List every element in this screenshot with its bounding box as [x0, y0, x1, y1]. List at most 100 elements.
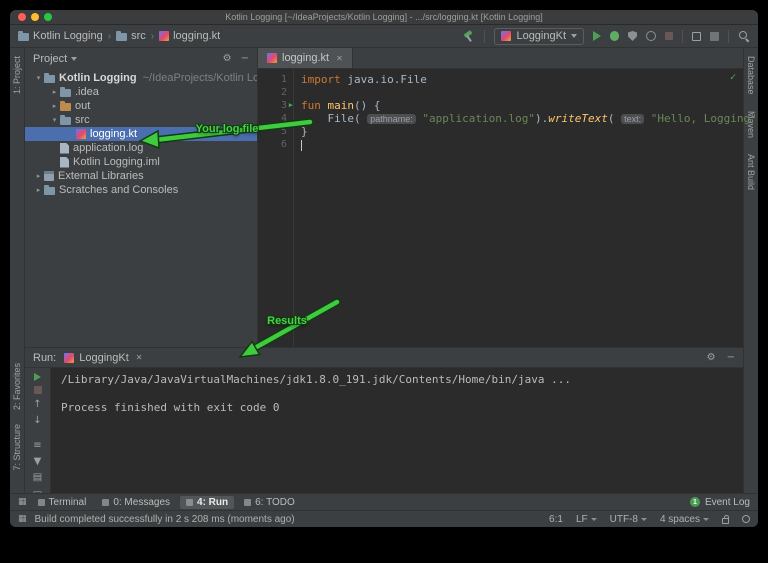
tree-toggle-arrow[interactable]: ▸: [33, 186, 44, 194]
tree-item[interactable]: ▾Kotlin Logging ~/IdeaProjects/Kotlin Lo…: [25, 71, 257, 85]
toolwindow-quick-access-icon[interactable]: ▦: [18, 515, 27, 524]
toolwindow-switcher-icon[interactable]: ▦: [18, 498, 27, 507]
toolwindow-tab-terminal[interactable]: Terminal: [32, 496, 93, 509]
stop-process-button[interactable]: [31, 386, 44, 394]
toolwindow-button-database[interactable]: Database: [746, 56, 756, 95]
down-stack-trace-icon[interactable]: ↓: [31, 415, 44, 426]
toolbar-separator: [682, 30, 683, 43]
readonly-lock-icon[interactable]: [722, 518, 729, 524]
chevron-down-icon: [703, 518, 709, 521]
editor-tab-label: logging.kt: [282, 52, 329, 64]
code-text: import java.io.File: [301, 73, 427, 86]
settings-gear-icon[interactable]: ⚙: [707, 353, 716, 363]
inspection-ok-icon: ✓: [730, 72, 736, 83]
code-line[interactable]: 6: [258, 138, 743, 151]
tree-toggle-arrow[interactable]: ▸: [33, 172, 44, 180]
restore-layout-icon[interactable]: [692, 32, 701, 41]
tree-item-label: .idea: [75, 86, 99, 98]
hide-panel-icon[interactable]: −: [241, 54, 249, 64]
close-tab-icon[interactable]: ✕: [136, 353, 143, 362]
code-editor[interactable]: ✓ 1import java.io.File23▶fun main() {4 F…: [258, 69, 743, 347]
tree-item-label: logging.kt: [90, 128, 137, 140]
event-log-button[interactable]: 1 Event Log: [690, 497, 750, 508]
breadcrumb-item[interactable]: src: [116, 30, 146, 42]
toolwindow-button-project[interactable]: 1: Project: [12, 56, 22, 94]
code-text: [301, 138, 302, 151]
left-tool-stripe: 1: Project 2: Favorites 7: Structure: [10, 48, 25, 493]
line-number: 4: [258, 112, 287, 125]
tree-item[interactable]: application.log: [25, 141, 257, 155]
toolwindow-tab-todo[interactable]: 6: TODO: [238, 496, 301, 509]
tree-item[interactable]: ▸External Libraries: [25, 169, 257, 183]
run-panel-toolbar: ↑ ↓ ≡ ▼ ▤ ▭: [25, 368, 51, 493]
folder-out-icon: [60, 103, 71, 111]
toolwindow-tab-run[interactable]: 4: Run: [180, 496, 234, 509]
stop-button[interactable]: [665, 32, 673, 40]
code-line[interactable]: 1import java.io.File: [258, 73, 743, 86]
code-line[interactable]: 4 File( pathname: "application.log").wri…: [258, 112, 743, 125]
toolwindow-tab-messages[interactable]: 0: Messages: [96, 496, 176, 509]
settings-gear-icon[interactable]: ⚙: [223, 54, 232, 64]
run-console-tab[interactable]: LoggingKt ✕: [64, 352, 142, 364]
kotlin-icon: [64, 353, 74, 363]
profiler-button[interactable]: [646, 31, 656, 41]
project-tree: ▾Kotlin Logging ~/IdeaProjects/Kotlin Lo…: [25, 69, 257, 347]
indent-widget[interactable]: 4 spaces: [660, 514, 709, 525]
tree-item[interactable]: logging.kt: [25, 127, 257, 141]
minimize-window-button[interactable]: [31, 13, 39, 21]
breadcrumb-item[interactable]: Kotlin Logging: [18, 30, 103, 42]
toolwindow-button-favorites[interactable]: 2: Favorites: [12, 363, 22, 410]
status-bar: ▦ Build completed successfully in 2 s 20…: [10, 510, 758, 527]
kotlin-icon: [501, 31, 511, 41]
run-console-output[interactable]: /Library/Java/JavaVirtualMachines/jdk1.8…: [51, 368, 743, 493]
folder-icon: [60, 117, 71, 125]
code-line[interactable]: 3▶fun main() {: [258, 99, 743, 112]
rerun-button[interactable]: [31, 373, 44, 381]
toolwindow-button-antbuild[interactable]: Ant Build: [746, 154, 756, 190]
encoding-widget[interactable]: UTF-8: [610, 514, 647, 525]
scroll-to-end-icon[interactable]: ▼: [31, 456, 44, 467]
tree-toggle-arrow[interactable]: ▸: [49, 102, 60, 110]
breadcrumb-item[interactable]: logging.kt: [159, 30, 220, 42]
run-gutter-icon[interactable]: ▶: [289, 100, 293, 111]
coverage-button[interactable]: [628, 31, 637, 41]
run-button[interactable]: [593, 31, 601, 41]
caret-position-widget[interactable]: 6:1: [549, 514, 563, 525]
toolwindow-button-structure[interactable]: 7: Structure: [12, 424, 22, 471]
ide-window: Kotlin Logging [~/IdeaProjects/Kotlin Lo…: [10, 10, 758, 527]
tree-toggle-arrow[interactable]: ▸: [49, 88, 60, 96]
tree-item[interactable]: ▾src: [25, 113, 257, 127]
code-line[interactable]: 2: [258, 86, 743, 99]
close-window-button[interactable]: [18, 13, 26, 21]
close-tab-icon[interactable]: ✕: [336, 54, 343, 63]
soft-wrap-icon[interactable]: ≡: [31, 440, 44, 451]
inspections-hector-icon[interactable]: [742, 515, 750, 523]
tree-item[interactable]: ▸out: [25, 99, 257, 113]
console-line: /Library/Java/JavaVirtualMachines/jdk1.8…: [61, 373, 733, 387]
build-hammer-icon[interactable]: [462, 30, 475, 43]
toolbar-separator: [728, 30, 729, 43]
tree-toggle-arrow[interactable]: ▾: [49, 116, 60, 124]
todo-icon: [244, 499, 251, 506]
project-structure-icon[interactable]: [710, 32, 719, 41]
run-panel-header: Run: LoggingKt ✕ ⚙ −: [25, 348, 743, 367]
project-panel-title[interactable]: Project: [33, 53, 67, 65]
tree-item[interactable]: Kotlin Logging.iml: [25, 155, 257, 169]
hide-panel-icon[interactable]: −: [727, 353, 735, 363]
tree-toggle-arrow[interactable]: ▾: [33, 74, 44, 82]
line-separator-widget[interactable]: LF: [576, 514, 597, 525]
tree-item[interactable]: ▸ .idea: [25, 85, 257, 99]
folder-icon: [116, 33, 127, 41]
code-line[interactable]: 5}: [258, 125, 743, 138]
print-icon[interactable]: ▤: [31, 472, 44, 483]
search-everywhere-icon[interactable]: [738, 30, 750, 42]
up-stack-trace-icon[interactable]: ↑: [31, 399, 44, 410]
zoom-window-button[interactable]: [44, 13, 52, 21]
run-configuration-select[interactable]: LoggingKt: [494, 28, 584, 45]
tree-item-label: Kotlin Logging: [59, 72, 137, 84]
debug-button[interactable]: [610, 31, 619, 41]
tree-item[interactable]: ▸Scratches and Consoles: [25, 183, 257, 197]
editor-tab-logging-kt[interactable]: logging.kt ✕: [258, 48, 353, 68]
code-text: fun main() {: [301, 99, 381, 112]
status-message[interactable]: Build completed successfully in 2 s 208 …: [35, 514, 295, 525]
